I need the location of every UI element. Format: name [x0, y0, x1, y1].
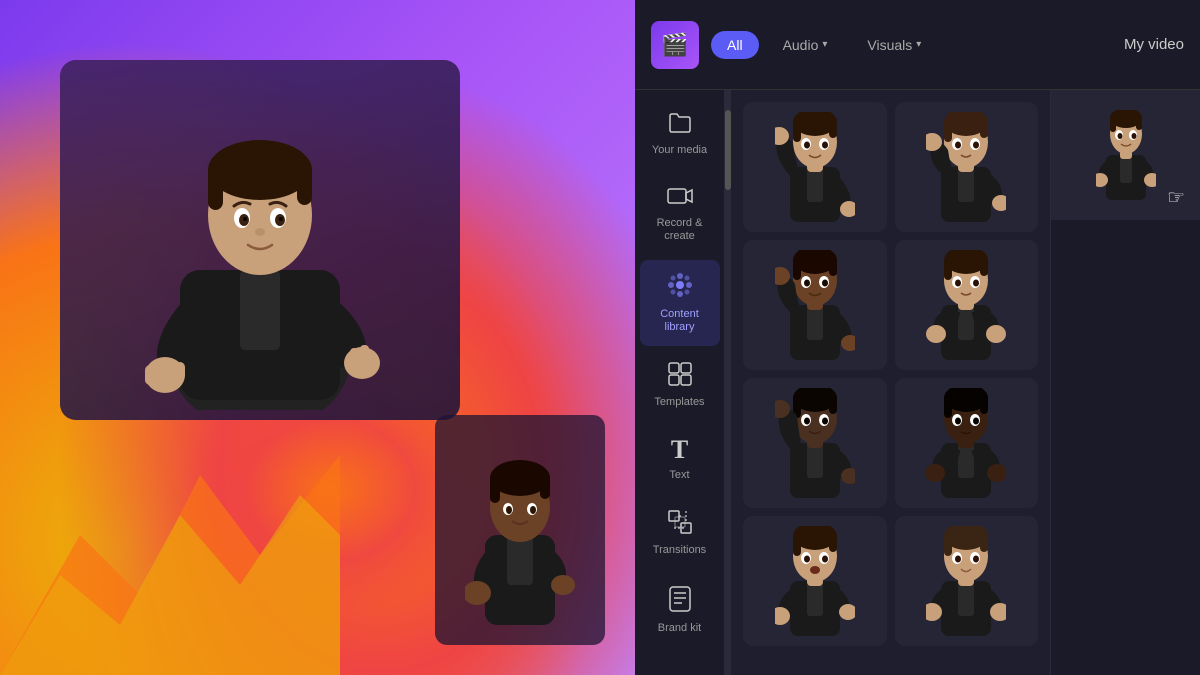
avatar-svg-2 — [926, 112, 1006, 222]
preview-avatar-svg — [1096, 110, 1156, 200]
avatar-svg-5 — [775, 388, 855, 498]
avatar-svg-8 — [926, 526, 1006, 636]
nav-icons: Your media Record &create — [635, 90, 725, 675]
nav-item-brand-kit[interactable]: Brand kit — [640, 574, 720, 647]
transitions-label: Transitions — [653, 544, 706, 557]
avatar-grid — [731, 90, 1050, 675]
sidebar-panel: 🎬 All Audio ▾ Visuals ▾ My video — [635, 0, 1200, 675]
text-label: Text — [669, 469, 689, 482]
main-content: Your media Record &create — [635, 90, 1200, 675]
filter-tabs: All Audio ▾ Visuals ▾ — [711, 31, 1112, 59]
avatar-thumb-5[interactable] — [743, 378, 887, 508]
text-icon: T — [671, 437, 688, 463]
your-media-label: Your media — [652, 144, 707, 157]
filter-audio-btn[interactable]: Audio ▾ — [767, 31, 844, 59]
my-video-label: My video — [1124, 36, 1184, 53]
filter-visuals-btn[interactable]: Visuals ▾ — [851, 31, 937, 59]
record-create-label: Record &create — [657, 217, 703, 243]
logo-icon: 🎬 — [661, 32, 688, 58]
avatar-thumb-7[interactable] — [743, 516, 887, 646]
transitions-icon — [668, 510, 692, 538]
camera-icon — [667, 185, 693, 211]
brand-icon — [669, 586, 691, 616]
nav-item-record-create[interactable]: Record &create — [640, 173, 720, 255]
nav-item-transitions[interactable]: Transitions — [640, 498, 720, 569]
avatar-thumb-4[interactable] — [895, 240, 1039, 370]
main-avatar-svg — [130, 70, 390, 410]
lightning-shape — [0, 455, 340, 675]
folder-icon — [668, 112, 692, 138]
nav-item-your-media[interactable]: Your media — [640, 100, 720, 169]
avatar-thumb-1[interactable] — [743, 102, 887, 232]
filter-all-btn[interactable]: All — [711, 31, 759, 59]
nav-item-templates[interactable]: Templates — [640, 350, 720, 421]
avatar-svg-4 — [926, 250, 1006, 360]
visuals-chevron: ▾ — [916, 39, 921, 50]
main-avatar-card — [60, 60, 460, 420]
audio-chevron: ▾ — [822, 39, 827, 50]
canvas-area — [0, 0, 635, 675]
content-library-icon — [667, 272, 693, 302]
video-thumbnail[interactable]: ☞ — [1051, 90, 1200, 220]
avatar-svg-3 — [775, 250, 855, 360]
nav-item-content-library[interactable]: Contentlibrary — [640, 260, 720, 346]
scrollbar-thumb[interactable] — [725, 110, 731, 190]
avatar-svg-7 — [775, 526, 855, 636]
cursor-icon: ☞ — [1167, 185, 1185, 210]
small-avatar-svg — [465, 435, 575, 625]
avatar-thumb-8[interactable] — [895, 516, 1039, 646]
templates-icon — [668, 362, 692, 390]
avatar-svg-1 — [775, 112, 855, 222]
avatar-svg-6 — [926, 388, 1006, 498]
avatar-thumb-6[interactable] — [895, 378, 1039, 508]
small-avatar-card — [435, 415, 605, 645]
brand-kit-label: Brand kit — [658, 622, 701, 635]
app-logo: 🎬 — [651, 21, 699, 69]
video-preview-panel: ☞ — [1050, 90, 1200, 675]
content-library-label: Contentlibrary — [660, 308, 699, 334]
nav-item-text[interactable]: T Text — [640, 425, 720, 494]
avatar-thumb-3[interactable] — [743, 240, 887, 370]
scrollbar-divider — [725, 90, 731, 675]
avatar-thumb-2[interactable] — [895, 102, 1039, 232]
top-bar: 🎬 All Audio ▾ Visuals ▾ My video — [635, 0, 1200, 90]
templates-label: Templates — [654, 396, 704, 409]
